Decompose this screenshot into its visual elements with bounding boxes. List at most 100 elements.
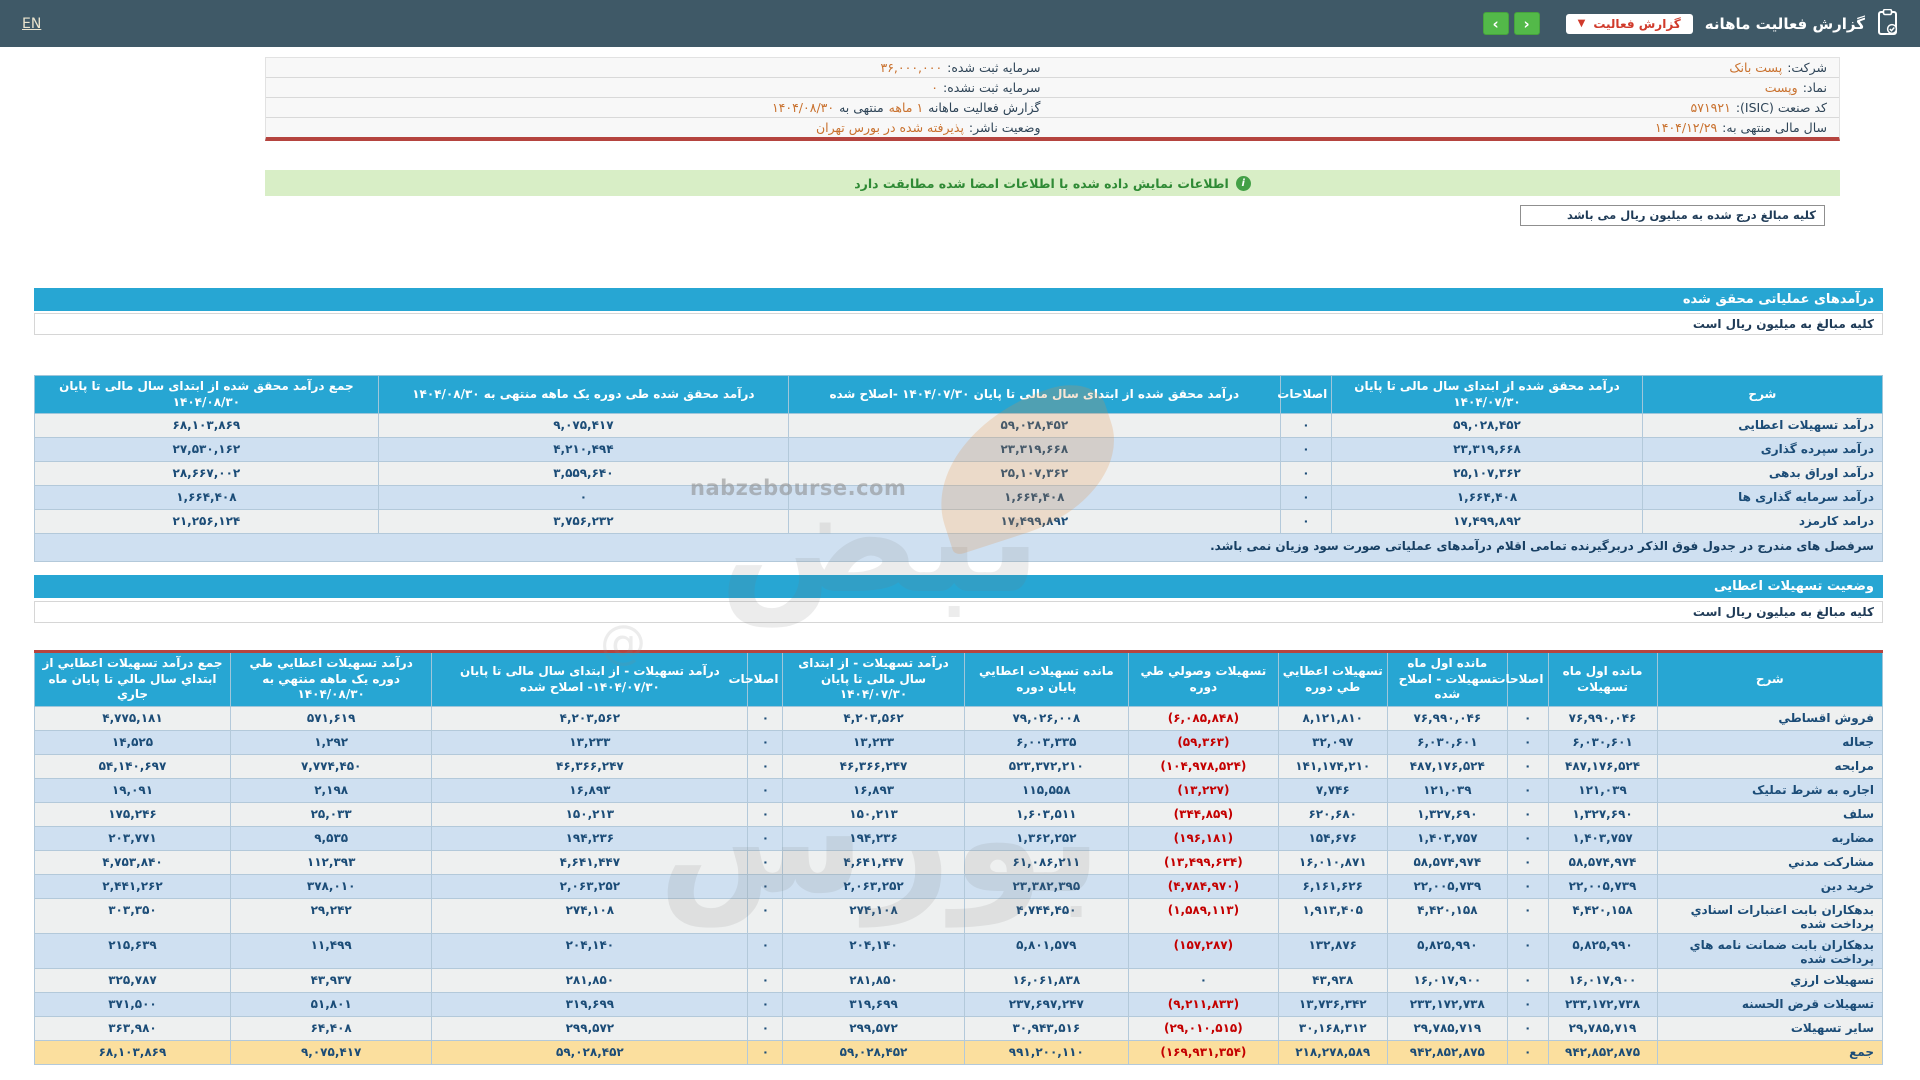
chevron-down-icon: ▼ — [1578, 18, 1586, 29]
report-type-dropdown-label: گزارش فعالیت — [1593, 17, 1680, 31]
table-row: درآمد سرمایه گذاری ها۱,۶۶۴,۴۰۸۰۱,۶۶۴,۴۰۸… — [35, 486, 1883, 510]
signed-data-notice-text: اطلاعات نمایش داده شده با اطلاعات امضا ش… — [854, 176, 1229, 191]
cell: ۱۶,۰۱۷,۹۰۰ — [1387, 968, 1507, 992]
cell: ۲۰۴,۱۴۰ — [783, 933, 964, 968]
cell: ۹,۰۷۵,۴۱۷ — [230, 1040, 431, 1064]
report-period-field: گزارش فعالیت ماهانه۱ ماهه منتهی به۱۴۰۴/۰… — [266, 98, 1053, 117]
row-label: درآمد تسهیلات اعطایی — [1642, 414, 1882, 438]
cell: ۲,۰۶۳,۲۵۲ — [783, 874, 964, 898]
cell: ۱۶,۸۹۳ — [783, 778, 964, 802]
cell: ۰ — [1507, 992, 1548, 1016]
language-switch-link[interactable]: EN — [22, 16, 41, 32]
cell: ۵۴,۱۴۰,۶۹۷ — [35, 754, 231, 778]
column-header: درآمد محقق شده از ابتدای سال مالی تا پای… — [789, 376, 1281, 414]
cell: ۴,۷۴۴,۴۵۰ — [964, 898, 1128, 933]
cell: ۱,۶۰۳,۵۱۱ — [964, 802, 1128, 826]
cell: ۵,۸۲۵,۹۹۰ — [1548, 933, 1657, 968]
cell: ۰ — [1507, 1040, 1548, 1064]
cell: ۱۷۵,۲۴۶ — [35, 802, 231, 826]
cell: ۱۳,۲۳۳ — [783, 730, 964, 754]
cell: ۲۳,۳۱۹,۶۶۸ — [1332, 438, 1642, 462]
cell: ۲۲,۰۰۵,۷۳۹ — [1548, 874, 1657, 898]
cell: ۳,۵۵۹,۶۴۰ — [378, 462, 788, 486]
cell: ۲۹,۲۴۲ — [230, 898, 431, 933]
table-note-row: سرفصل های مندرج در جدول فوق الذکر دربرگی… — [35, 534, 1883, 562]
cell: ۲۹۹,۵۷۲ — [783, 1016, 964, 1040]
unit-note-row: کلیه مبالغ به میلیون ریال است — [34, 601, 1883, 623]
cell: ۹۹۱,۲۰۰,۱۱۰ — [964, 1040, 1128, 1064]
cell: ۳۱۹,۶۹۹ — [432, 992, 748, 1016]
cell: ۶,۰۳۰,۶۰۱ — [1548, 730, 1657, 754]
registered-capital-field: سرمایه ثبت شده:۳۶,۰۰۰,۰۰۰ — [266, 58, 1053, 77]
cell: ۱۶,۰۱۰,۸۷۱ — [1278, 850, 1387, 874]
cell: ۶,۰۳۰,۶۰۱ — [1387, 730, 1507, 754]
next-report-button[interactable]: › — [1483, 12, 1509, 35]
cell: ۲۸۱,۸۵۰ — [432, 968, 748, 992]
cell: ۰ — [748, 754, 783, 778]
cell: (۴,۷۸۴,۹۷۰) — [1129, 874, 1279, 898]
cell: ۰ — [1280, 486, 1332, 510]
column-header: درآمد تسهیلات - از ابتدای سال مالی تا پا… — [783, 652, 964, 707]
cell: ۰ — [1507, 968, 1548, 992]
cell: ۴۸۷,۱۷۶,۵۲۴ — [1387, 754, 1507, 778]
cell: ۲,۴۴۱,۲۶۲ — [35, 874, 231, 898]
row-label: مشارکت مدني — [1657, 850, 1882, 874]
cell: (۱۳,۲۲۷) — [1129, 778, 1279, 802]
cell: ۱,۶۶۴,۴۰۸ — [789, 486, 1281, 510]
table-row: درامد کارمزد۱۷,۴۹۹,۸۹۲۰۱۷,۴۹۹,۸۹۲۳,۷۵۶,۲… — [35, 510, 1883, 534]
table-row: بدهکاران بابت اعتبارات اسنادي پرداخت شده… — [35, 898, 1883, 933]
table-row: تسهیلات قرض الحسنه۲۳۳,۱۷۲,۷۳۸۰۲۳۳,۱۷۲,۷۳… — [35, 992, 1883, 1016]
row-label: مضاربه — [1657, 826, 1882, 850]
table-row: مرابحه۴۸۷,۱۷۶,۵۲۴۰۴۸۷,۱۷۶,۵۲۴۱۴۱,۱۷۴,۲۱۰… — [35, 754, 1883, 778]
cell: ۱۹۴,۲۳۶ — [783, 826, 964, 850]
cell: ۰ — [1129, 968, 1279, 992]
cell: ۱۹,۰۹۱ — [35, 778, 231, 802]
table-row: درآمد تسهیلات اعطایی۵۹,۰۲۸,۴۵۲۰۵۹,۰۲۸,۴۵… — [35, 414, 1883, 438]
row-label: بدهکاران بابت اعتبارات اسنادي پرداخت شده — [1657, 898, 1882, 933]
column-header: مانده تسهیلات اعطایي پایان دوره — [964, 652, 1128, 707]
cell: ۰ — [748, 778, 783, 802]
section-header-loans-status: وضعیت تسهیلات اعطایی — [34, 575, 1883, 598]
cell: ۰ — [1507, 850, 1548, 874]
info-row: سال مالی منتهی به:۱۴۰۴/۱۲/۲۹ وضعیت ناشر:… — [266, 118, 1839, 137]
cell: (۱۳,۴۹۹,۶۳۴) — [1129, 850, 1279, 874]
info-icon: i — [1236, 176, 1251, 191]
cell: ۱۲۱,۰۳۹ — [1548, 778, 1657, 802]
cell: (۱۵۷,۲۸۷) — [1129, 933, 1279, 968]
cell: ۶,۱۶۱,۶۲۶ — [1278, 874, 1387, 898]
cell: ۲,۱۹۸ — [230, 778, 431, 802]
column-header: اصلاحات — [748, 652, 783, 707]
unit-note-row: کلیه مبالغ به میلیون ریال است — [34, 313, 1883, 335]
cell: (۵۹,۳۶۳) — [1129, 730, 1279, 754]
cell: ۰ — [748, 874, 783, 898]
cell: ۰ — [748, 1040, 783, 1064]
cell: ۰ — [748, 933, 783, 968]
cell: (۱۹۶,۱۸۱) — [1129, 826, 1279, 850]
cell: ۱۷,۴۹۹,۸۹۲ — [1332, 510, 1642, 534]
table-row: مضاربه۱,۴۰۳,۷۵۷۰۱,۴۰۳,۷۵۷۱۵۴,۶۷۶(۱۹۶,۱۸۱… — [35, 826, 1883, 850]
row-label: سلف — [1657, 802, 1882, 826]
row-label: تسهیلات قرض الحسنه — [1657, 992, 1882, 1016]
cell: ۲۳,۳۸۲,۳۹۵ — [964, 874, 1128, 898]
cell: ۱,۶۶۴,۴۰۸ — [1332, 486, 1642, 510]
cell: ۷۶,۹۹۰,۰۴۶ — [1548, 706, 1657, 730]
cell: ۲۹,۷۸۵,۷۱۹ — [1548, 1016, 1657, 1040]
cell: ۷۹,۰۲۶,۰۰۸ — [964, 706, 1128, 730]
cell: ۳۷۱,۵۰۰ — [35, 992, 231, 1016]
cell: ۰ — [748, 898, 783, 933]
row-label: خرید دین — [1657, 874, 1882, 898]
table-row: مشارکت مدني۵۸,۵۷۴,۹۷۴۰۵۸,۵۷۴,۹۷۴۱۶,۰۱۰,۸… — [35, 850, 1883, 874]
table-row: فروش اقساطي۷۶,۹۹۰,۰۴۶۰۷۶,۹۹۰,۰۴۶۸,۱۲۱,۸۱… — [35, 706, 1883, 730]
cell: ۲۱۵,۶۳۹ — [35, 933, 231, 968]
cell: ۰ — [748, 1016, 783, 1040]
cell: ۶,۰۰۳,۳۳۵ — [964, 730, 1128, 754]
cell: ۴۳,۹۳۸ — [1278, 968, 1387, 992]
cell: ۰ — [748, 968, 783, 992]
cell: ۱۱۲,۳۹۳ — [230, 850, 431, 874]
report-type-dropdown[interactable]: گزارش فعالیت ▼ — [1566, 14, 1693, 34]
prev-report-button[interactable]: ‹ — [1514, 12, 1540, 35]
cell: ۱,۳۶۲,۲۵۲ — [964, 826, 1128, 850]
cell: ۵,۸۲۵,۹۹۰ — [1387, 933, 1507, 968]
cell: ۱,۹۱۳,۴۰۵ — [1278, 898, 1387, 933]
row-label: بدهکاران بابت ضمانت نامه هاي پرداخت شده — [1657, 933, 1882, 968]
